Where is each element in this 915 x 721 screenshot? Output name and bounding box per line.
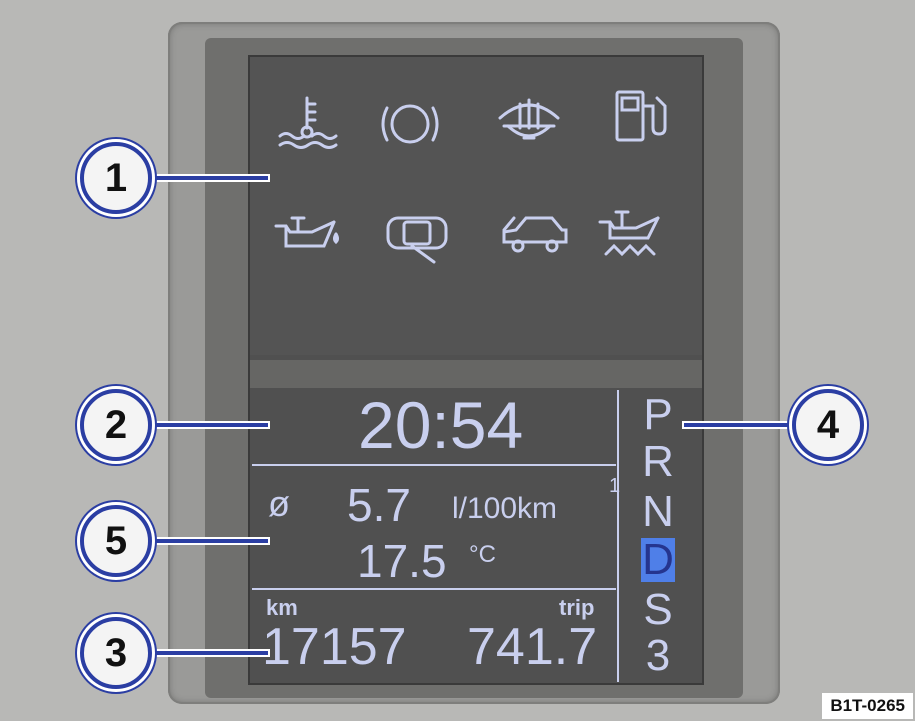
washer-fluid-icon bbox=[494, 88, 564, 148]
door-open-icon bbox=[382, 206, 452, 266]
callout-3-leader bbox=[150, 651, 268, 655]
gear-r: R bbox=[642, 437, 674, 486]
odometer-label: km bbox=[266, 595, 298, 620]
trip-label: trip bbox=[559, 595, 595, 620]
trip-value: 741.7 bbox=[467, 618, 598, 676]
display-separator bbox=[250, 360, 702, 388]
callout-5: 5 bbox=[80, 505, 152, 577]
callout-2: 2 bbox=[80, 389, 152, 461]
outside-temperature-value: 17.5 bbox=[357, 535, 447, 587]
figure-code: B1T-0265 bbox=[822, 693, 913, 719]
callout-2-leader bbox=[150, 423, 268, 427]
gear-3: 3 bbox=[645, 631, 671, 680]
gear-n: N bbox=[642, 487, 674, 536]
brake-warning-icon bbox=[375, 92, 445, 152]
oil-level-icon bbox=[596, 200, 666, 260]
fuel-level-icon bbox=[605, 86, 675, 146]
callout-1-leader bbox=[150, 176, 268, 180]
coolant-temperature-icon bbox=[272, 92, 342, 152]
clock-divider bbox=[252, 464, 616, 466]
trunk-open-icon bbox=[500, 206, 570, 266]
temperature-unit: °C bbox=[469, 541, 496, 568]
callout-3: 3 bbox=[80, 617, 152, 689]
gear-d-selected: D bbox=[641, 535, 675, 584]
odometer-value: 17157 bbox=[262, 618, 407, 676]
fuel-consumption-unit: l/100km bbox=[452, 492, 558, 525]
fuel-consumption-value: 5.7 bbox=[347, 479, 411, 531]
callout-1: 1 bbox=[80, 142, 152, 214]
gear-divider bbox=[617, 390, 619, 682]
oil-pressure-icon bbox=[272, 204, 342, 264]
gear-p: P bbox=[643, 390, 673, 439]
average-symbol: ø bbox=[268, 483, 290, 524]
callout-4-leader bbox=[684, 423, 794, 427]
memory-indicator: 1 bbox=[609, 475, 621, 497]
callout-5-leader bbox=[150, 539, 268, 543]
callout-4: 4 bbox=[792, 389, 864, 461]
clock-display: 20:54 bbox=[358, 388, 524, 462]
odometer-divider bbox=[252, 588, 616, 590]
gear-s: S bbox=[643, 585, 673, 634]
